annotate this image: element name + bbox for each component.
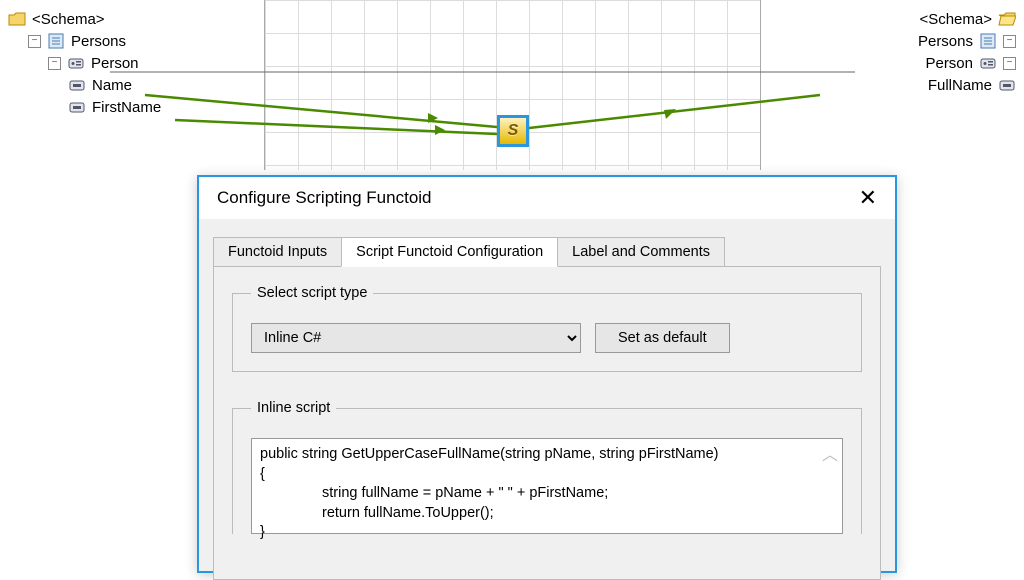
configure-functoid-dialog: Configure Scripting Functoid ✕ Functoid … <box>197 175 897 573</box>
source-field-label: Name <box>92 77 132 94</box>
folder-open-icon <box>998 11 1016 27</box>
dest-schema-label: <Schema> <box>919 11 992 28</box>
functoid-glyph-icon: S <box>508 122 519 140</box>
field-icon <box>68 99 86 115</box>
script-type-group: Select script type Inline C# Set as defa… <box>232 285 862 372</box>
dest-field-label: FullName <box>928 77 992 94</box>
field-icon <box>998 77 1016 93</box>
source-root-node[interactable]: − Persons <box>8 30 161 52</box>
element-icon <box>979 33 997 49</box>
element-icon <box>47 33 65 49</box>
tab-label-comments[interactable]: Label and Comments <box>557 237 725 267</box>
code-line: } <box>260 523 834 543</box>
inline-script-editor[interactable]: ︿ public string GetUpperCaseFullName(str… <box>251 438 843 534</box>
code-line: { <box>260 465 834 485</box>
close-icon[interactable]: ✕ <box>853 185 883 211</box>
collapse-icon[interactable]: − <box>1003 35 1016 48</box>
script-type-select[interactable]: Inline C# <box>251 323 581 353</box>
code-line: string fullName = pName + " " + pFirstNa… <box>260 484 834 504</box>
source-record-label: Person <box>91 55 139 72</box>
inline-script-legend: Inline script <box>251 400 336 416</box>
source-schema-label: <Schema> <box>32 11 105 28</box>
collapse-icon[interactable]: − <box>1003 57 1016 70</box>
dest-field-fullname[interactable]: FullName <box>918 74 1016 96</box>
script-type-legend: Select script type <box>251 285 373 301</box>
scroll-up-icon[interactable]: ︿ <box>822 445 838 467</box>
mapper-surface: <Schema> − Persons − Person Name <box>0 0 1024 170</box>
dest-root-label: Persons <box>918 33 973 50</box>
code-line: public string GetUpperCaseFullName(strin… <box>260 445 834 465</box>
dest-schema-root[interactable]: <Schema> <box>918 8 1016 30</box>
collapse-icon[interactable]: − <box>28 35 41 48</box>
set-default-button[interactable]: Set as default <box>595 323 730 353</box>
source-root-label: Persons <box>71 33 126 50</box>
tab-strip: Functoid Inputs Script Functoid Configur… <box>213 237 881 267</box>
source-field-name[interactable]: Name <box>8 74 161 96</box>
tab-script-config[interactable]: Script Functoid Configuration <box>341 237 558 267</box>
source-field-label: FirstName <box>92 99 161 116</box>
dest-record-node[interactable]: Person − <box>918 52 1016 74</box>
record-icon <box>979 55 997 71</box>
tab-functoid-inputs[interactable]: Functoid Inputs <box>213 237 342 267</box>
dialog-titlebar[interactable]: Configure Scripting Functoid ✕ <box>199 177 895 219</box>
dest-root-node[interactable]: Persons − <box>918 30 1016 52</box>
source-schema-root[interactable]: <Schema> <box>8 8 161 30</box>
source-field-firstname[interactable]: FirstName <box>8 96 161 118</box>
record-icon <box>67 55 85 71</box>
dest-schema-tree[interactable]: <Schema> Persons − Person − FullName <box>918 8 1016 96</box>
code-line: return fullName.ToUpper(); <box>260 504 834 524</box>
folder-closed-icon <box>8 11 26 27</box>
scripting-functoid[interactable]: S <box>497 115 529 147</box>
source-record-node[interactable]: − Person <box>8 52 161 74</box>
tab-body: Select script type Inline C# Set as defa… <box>213 266 881 580</box>
collapse-icon[interactable]: − <box>48 57 61 70</box>
field-icon <box>68 77 86 93</box>
inline-script-group: Inline script ︿ public string GetUpperCa… <box>232 400 862 534</box>
source-schema-tree[interactable]: <Schema> − Persons − Person Name <box>8 8 161 118</box>
dialog-title: Configure Scripting Functoid <box>217 188 432 208</box>
dest-record-label: Person <box>925 55 973 72</box>
